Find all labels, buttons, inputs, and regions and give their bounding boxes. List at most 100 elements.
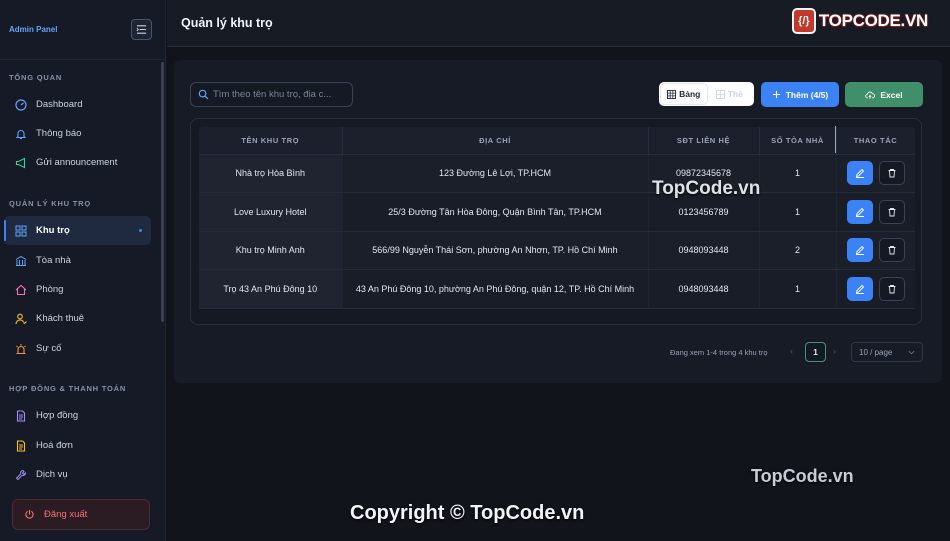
- column-header-name[interactable]: TÊN KHU TRỌ: [199, 127, 343, 155]
- column-header-address[interactable]: ĐỊA CHỈ: [342, 127, 649, 155]
- edit-button[interactable]: [846, 199, 873, 224]
- properties-table: TÊN KHU TRỌ ĐỊA CHỈ SĐT LIÊN HỆ SỐ TÒA N…: [199, 127, 915, 309]
- cell-actions: [836, 231, 915, 270]
- view-card-label: Thẻ: [727, 89, 743, 99]
- building-icon: [14, 254, 28, 268]
- prev-page-button[interactable]: ‹: [790, 346, 793, 356]
- delete-button[interactable]: [878, 276, 905, 301]
- home-icon: [14, 283, 28, 297]
- brand-badge: {/}: [791, 8, 816, 34]
- top-bar: Quản lý khu trọ {/} TOPCODE.VN: [167, 0, 950, 47]
- sidebar-item-label: Phòng: [36, 284, 64, 295]
- pencil-icon: [855, 169, 864, 179]
- sidebar-item-dashboard[interactable]: Dashboard: [4, 90, 151, 119]
- view-card-button[interactable]: Thẻ: [707, 84, 753, 104]
- alarm-icon: [14, 342, 28, 356]
- cell-actions: [836, 192, 915, 232]
- sidebar-item-khu-tro[interactable]: Khu trọ: [4, 216, 151, 245]
- logout-label: Đăng xuất: [44, 509, 88, 520]
- delete-button[interactable]: [878, 199, 905, 224]
- page-size-select[interactable]: 10 / page: [851, 342, 923, 362]
- cell-address: 123 Đường Lê Lợi, TP.HCM: [342, 154, 649, 193]
- section-label-contracts: HỢP ĐỒNG & THANH TOÁN: [9, 384, 127, 393]
- sidebar-scrollbar[interactable]: [161, 62, 164, 322]
- sidebar-item-services[interactable]: Dịch vụ: [4, 460, 151, 489]
- pagination-summary: Đang xem 1-4 trong 4 khu trọ: [670, 348, 768, 357]
- sidebar-item-label: Sự cố: [36, 343, 62, 354]
- section-label-properties: QUẢN LÝ KHU TRỌ: [9, 199, 91, 208]
- wrench-icon: [14, 468, 28, 482]
- brand-logo: {/} TOPCODE.VN: [791, 8, 928, 34]
- cell-buildings: 2: [759, 231, 837, 270]
- table-row[interactable]: Khu trọ Minh Anh 566/99 Nguyễn Thái Sơn,…: [199, 231, 915, 270]
- sidebar-item-label: Hoá đơn: [36, 440, 73, 451]
- brand-text: TOPCODE.VN: [818, 11, 928, 30]
- edit-button[interactable]: [846, 276, 873, 301]
- page-title: Quản lý khu trọ: [181, 16, 273, 30]
- sidebar-item-invoices[interactable]: Hoá đơn: [4, 431, 151, 460]
- card-grid-icon: [715, 89, 725, 99]
- view-table-label: Bảng: [679, 89, 701, 99]
- pencil-icon: [855, 207, 864, 217]
- sidebar-item-tenants[interactable]: Khách thuê: [4, 304, 151, 333]
- cell-address: 25/3 Đường Tân Hòa Đông, Quận Bình Tân, …: [342, 192, 649, 232]
- sidebar-item-announcement[interactable]: Gửi announcement: [4, 148, 151, 177]
- cell-name: Love Luxury Hotel: [199, 192, 343, 232]
- sidebar-item-label: Thông báo: [36, 128, 82, 139]
- edit-button[interactable]: [846, 161, 873, 186]
- grid-icon: [14, 224, 28, 238]
- cell-phone: 0948093448: [648, 231, 760, 270]
- menu-toggle-button[interactable]: [131, 19, 152, 40]
- column-resize-handle[interactable]: [835, 126, 836, 153]
- pencil-icon: [855, 246, 864, 256]
- view-toggle: Bảng Thẻ: [659, 82, 754, 106]
- sidebar-item-incidents[interactable]: Sự cố: [4, 334, 151, 363]
- search-box[interactable]: [190, 82, 353, 107]
- column-header-buildings[interactable]: SỐ TÒA NHÀ: [759, 127, 837, 155]
- dashboard-icon: [14, 98, 28, 112]
- sidebar-item-label: Dịch vụ: [36, 469, 68, 480]
- cell-buildings: 1: [759, 192, 837, 232]
- column-header-phone[interactable]: SĐT LIÊN HỆ: [648, 127, 760, 155]
- table-row[interactable]: Trọ 43 An Phú Đông 10 43 An Phú Đông 10,…: [199, 269, 915, 309]
- logout-button[interactable]: Đăng xuất: [12, 499, 150, 530]
- sidebar: Admin Panel TỔNG QUAN Dashboard Thông bá…: [0, 0, 166, 541]
- cell-actions: [836, 154, 915, 193]
- sidebar-item-label: Khu trọ: [36, 225, 70, 236]
- table-row[interactable]: Love Luxury Hotel 25/3 Đường Tân Hòa Đôn…: [199, 192, 915, 232]
- user-icon: [14, 312, 28, 326]
- add-label: Thêm (4/5): [785, 89, 829, 100]
- next-page-button[interactable]: ›: [833, 346, 836, 356]
- sidebar-title: Admin Panel: [9, 25, 58, 34]
- edit-button[interactable]: [846, 238, 873, 263]
- delete-button[interactable]: [878, 238, 905, 263]
- view-table-button[interactable]: Bảng: [661, 84, 707, 104]
- table-icon: [667, 89, 677, 99]
- sidebar-item-rooms[interactable]: Phòng: [4, 275, 151, 304]
- sidebar-item-label: Hợp đồng: [36, 410, 79, 421]
- logout-icon: [25, 509, 34, 519]
- cell-phone: 0948093448: [648, 269, 760, 309]
- table-header-row: TÊN KHU TRỌ ĐỊA CHỈ SĐT LIÊN HỆ SỐ TÒA N…: [199, 127, 915, 155]
- add-button[interactable]: Thêm (4/5): [761, 82, 839, 107]
- cell-actions: [836, 269, 915, 309]
- watermark-overlay: TopCode.vn: [652, 178, 761, 199]
- watermark-overlay: TopCode.vn: [751, 466, 854, 486]
- table-row[interactable]: Nhà trọ Hòa Bình 123 Đường Lê Lợi, TP.HC…: [199, 154, 915, 193]
- cell-address: 566/99 Nguyễn Thái Sơn, phường An Nhơn, …: [342, 231, 649, 270]
- sidebar-item-label: Dashboard: [36, 99, 83, 110]
- copyright-watermark: Copyright © TopCode.vn: [350, 502, 585, 524]
- cloud-upload-icon: [865, 91, 876, 99]
- delete-button[interactable]: [878, 161, 905, 186]
- sidebar-item-notifications[interactable]: Thông báo: [4, 119, 151, 148]
- page-button-current[interactable]: 1: [805, 342, 826, 362]
- section-label-overview: TỔNG QUAN: [9, 73, 63, 82]
- sidebar-item-contracts[interactable]: Hợp đồng: [4, 401, 151, 430]
- cell-name: Nhà trọ Hòa Bình: [199, 154, 343, 193]
- cell-address: 43 An Phú Đông 10, phường An Phú Đông, q…: [342, 269, 649, 309]
- trash-icon: [888, 207, 895, 217]
- sidebar-header: Admin Panel: [0, 0, 165, 60]
- excel-export-button[interactable]: Excel: [845, 82, 923, 107]
- sidebar-item-buildings[interactable]: Tòa nhà: [4, 246, 151, 275]
- search-input[interactable]: [213, 89, 348, 100]
